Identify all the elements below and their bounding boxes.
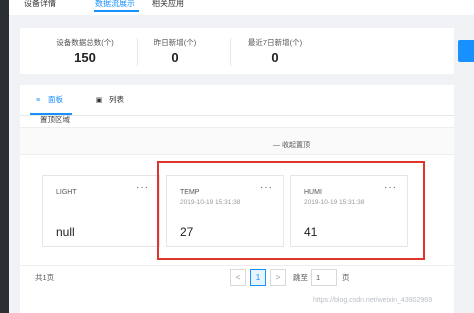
page-suffix: 页 bbox=[342, 273, 350, 282]
goto-label: 跳至 bbox=[293, 273, 308, 282]
stat-yesterday-value: 0 bbox=[171, 50, 179, 65]
datastream-card-light[interactable]: LIGHT null ··· bbox=[42, 175, 160, 247]
tab-data-stream[interactable]: 数据流展示 bbox=[95, 0, 135, 8]
stat-total-value: 150 bbox=[74, 50, 96, 65]
stats-panel: 设备数据总数(个) 150 昨日新增(个) 0 最近7日新增(个) 0 bbox=[20, 28, 454, 74]
next-page-button[interactable]: > bbox=[270, 269, 286, 286]
collapse-pin-label: 收起置顶 bbox=[281, 142, 310, 149]
prev-page-button[interactable]: < bbox=[230, 269, 246, 286]
pin-area-label: 置顶区域 bbox=[40, 115, 70, 124]
data-stream-panel: ≡ 面板 ▣ 列表 置顶区域 — 收起置顶 LIGHT null ··· TEMP … bbox=[20, 85, 454, 313]
collapse-icon: — bbox=[273, 142, 280, 149]
stat-last7days: 最近7日新增(个) 0 bbox=[225, 28, 325, 66]
side-action-button[interactable] bbox=[458, 40, 474, 62]
stat-last7days-label: 最近7日新增(个) bbox=[247, 38, 303, 47]
watermark: https://blog.csdn.net/weixin_43902969 bbox=[313, 297, 433, 304]
pin-area bbox=[20, 127, 454, 155]
top-tab-bar: 设备详情 数据流展示 相关应用 bbox=[9, 0, 474, 15]
stat-total: 设备数据总数(个) 150 bbox=[35, 28, 135, 66]
active-tab-indicator bbox=[94, 10, 139, 12]
view-tab-list-label: 列表 bbox=[109, 95, 124, 104]
stat-last7days-value: 0 bbox=[271, 50, 279, 65]
total-pages: 共1页 bbox=[35, 273, 55, 282]
highlight-annotation bbox=[157, 161, 425, 260]
stat-yesterday-label: 昨日新增(个) bbox=[153, 38, 197, 47]
view-tab-panel-label: 面板 bbox=[48, 95, 63, 104]
goto-page-input[interactable]: 1 bbox=[311, 269, 337, 286]
tab-related-apps[interactable]: 相关应用 bbox=[152, 0, 184, 8]
stat-total-label: 设备数据总数(个) bbox=[56, 38, 114, 47]
view-tab-panel[interactable]: ≡ 面板 bbox=[34, 95, 63, 106]
stat-yesterday: 昨日新增(个) 0 bbox=[125, 28, 225, 66]
collapse-pin-button[interactable]: — 收起置顶 bbox=[273, 141, 310, 151]
tab-device-details[interactable]: 设备详情 bbox=[24, 0, 56, 8]
card-title: LIGHT bbox=[56, 189, 77, 196]
grid-icon: ≡ bbox=[35, 97, 41, 104]
tabs-divider bbox=[20, 115, 454, 116]
view-tab-list[interactable]: ▣ 列表 bbox=[95, 95, 124, 106]
more-icon[interactable]: ··· bbox=[136, 183, 149, 193]
card-value: null bbox=[56, 225, 75, 239]
pagination-divider bbox=[20, 265, 454, 266]
page-1-button[interactable]: 1 bbox=[250, 269, 266, 286]
app-sidebar-edge bbox=[0, 0, 9, 313]
list-icon: ▣ bbox=[95, 97, 103, 104]
